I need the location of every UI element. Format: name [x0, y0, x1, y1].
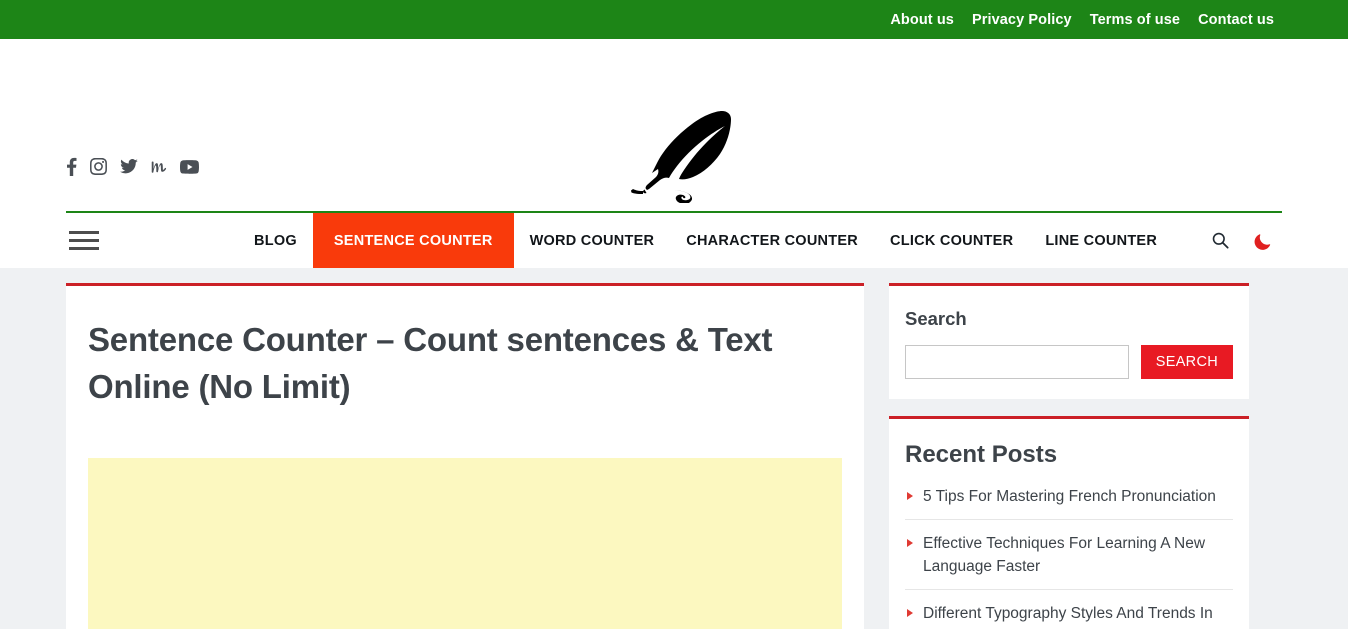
topbar-link-terms-of-use[interactable]: Terms of use [1081, 12, 1189, 28]
site-logo[interactable] [0, 103, 1348, 203]
top-utility-nav: About us Privacy Policy Terms of use Con… [881, 12, 1283, 28]
topbar-link-contact-us[interactable]: Contact us [1189, 12, 1283, 28]
recent-posts-title: Recent Posts [905, 441, 1058, 468]
search-icon[interactable] [1212, 232, 1229, 249]
hamburger-bar [69, 247, 99, 250]
main-nav-list: BLOG SENTENCE COUNTER WORD COUNTER CHARA… [238, 213, 1173, 268]
page-title: Sentence Counter – Count sentences & Tex… [88, 321, 773, 405]
main-content-inner: Sentence Counter – Count sentences & Tex… [66, 316, 864, 629]
topbar-link-privacy-policy[interactable]: Privacy Policy [963, 12, 1081, 28]
list-item: 5 Tips For Mastering French Pronunciatio… [905, 482, 1233, 520]
quill-pen-logo-icon [631, 111, 731, 203]
list-item: Different Typography Styles And Trends I… [905, 590, 1233, 629]
recent-posts-widget: Recent Posts 5 Tips For Mastering French… [889, 416, 1249, 629]
topbar-link-about-us[interactable]: About us [881, 12, 963, 28]
hamburger-bar [69, 239, 99, 242]
main-content-card: Sentence Counter – Count sentences & Tex… [66, 283, 864, 629]
page-body: Sentence Counter – Count sentences & Tex… [0, 268, 1348, 629]
triangle-bullet-icon [907, 539, 913, 547]
nav-item-sentence-counter[interactable]: SENTENCE COUNTER [312, 213, 514, 268]
main-nav-wrapper: BLOG SENTENCE COUNTER WORD COUNTER CHARA… [0, 211, 1348, 268]
nav-item-click-counter[interactable]: CLICK COUNTER [874, 213, 1029, 268]
sentence-counter-textarea[interactable] [88, 458, 842, 629]
search-widget: Search SEARCH [889, 283, 1249, 399]
recent-posts-list: 5 Tips For Mastering French Pronunciatio… [905, 482, 1233, 629]
recent-post-link[interactable]: 5 Tips For Mastering French Pronunciatio… [923, 485, 1216, 508]
triangle-bullet-icon [907, 492, 913, 500]
list-item: Effective Techniques For Learning A New … [905, 520, 1233, 590]
nav-item-blog[interactable]: BLOG [238, 213, 313, 268]
recent-post-link[interactable]: Effective Techniques For Learning A New … [923, 532, 1233, 578]
recent-post-link[interactable]: Different Typography Styles And Trends I… [923, 602, 1233, 629]
hamburger-bar [69, 231, 99, 234]
main-navbar: BLOG SENTENCE COUNTER WORD COUNTER CHARA… [66, 211, 1282, 268]
search-button[interactable]: SEARCH [1140, 345, 1233, 379]
sidebar: Search SEARCH Recent Posts 5 Tips For Ma… [889, 283, 1249, 629]
nav-item-word-counter[interactable]: WORD COUNTER [514, 213, 671, 268]
hamburger-menu-icon[interactable] [66, 213, 128, 268]
nav-actions [1212, 213, 1282, 268]
search-input[interactable] [905, 345, 1129, 379]
nav-item-character-counter[interactable]: CHARACTER COUNTER [670, 213, 874, 268]
nav-item-line-counter[interactable]: LINE COUNTER [1029, 213, 1173, 268]
top-utility-bar: About us Privacy Policy Terms of use Con… [0, 0, 1348, 39]
triangle-bullet-icon [907, 609, 913, 617]
site-header [0, 39, 1348, 211]
search-widget-title: Search [905, 308, 967, 329]
moon-icon[interactable] [1253, 231, 1273, 251]
search-form: SEARCH [905, 345, 1233, 379]
